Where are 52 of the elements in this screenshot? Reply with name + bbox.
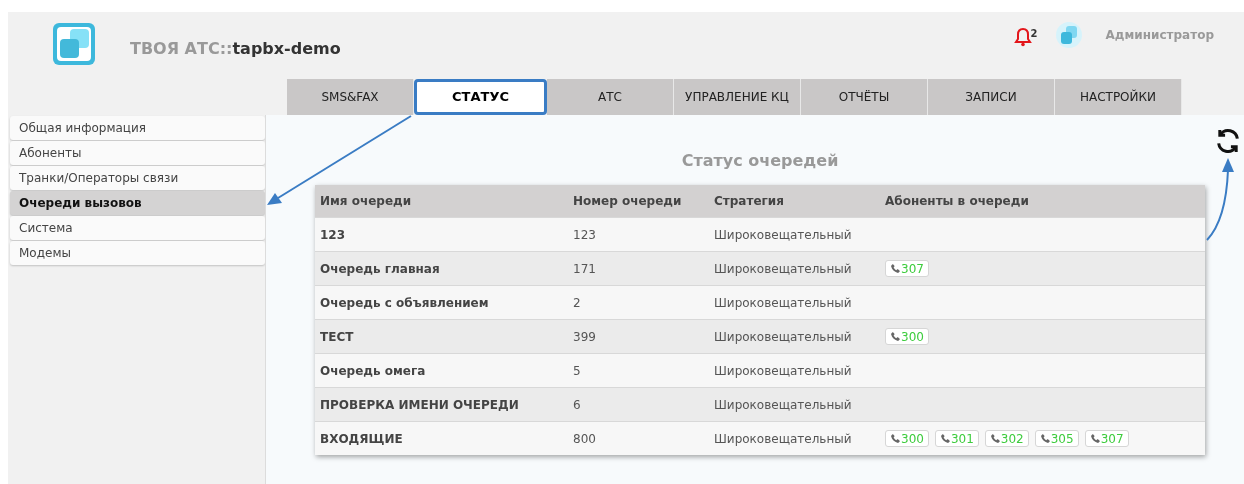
- column-header: Имя очереди: [320, 194, 412, 208]
- column-header: Номер очереди: [573, 194, 682, 208]
- phone-icon: [890, 433, 901, 444]
- queue-name: ТЕСТ: [320, 329, 354, 344]
- sidebar-item[interactable]: Абоненты: [10, 141, 265, 165]
- queue-strategy: Широковещательный: [714, 397, 852, 412]
- sidebar-item[interactable]: Система: [10, 216, 265, 240]
- queue-strategy: Широковещательный: [714, 329, 852, 344]
- bell-icon[interactable]: [1013, 27, 1032, 47]
- queue-number: 6: [573, 397, 581, 412]
- queue-number: 800: [573, 431, 596, 446]
- phone-icon: [890, 331, 901, 342]
- notification-count: 2: [1030, 27, 1038, 41]
- phone-icon: [1039, 433, 1051, 444]
- queue-number: 5: [573, 363, 581, 378]
- sidebar-item[interactable]: Очереди вызовов: [10, 191, 265, 215]
- sidebar-item[interactable]: Модемы: [10, 241, 265, 265]
- nav-tab[interactable]: УПРАВЛЕНИЕ КЦ: [674, 79, 801, 115]
- phone-icon: [939, 433, 951, 444]
- nav-tab[interactable]: SMS&FAX: [287, 79, 414, 115]
- queue-strategy: Широковещательный: [714, 261, 852, 276]
- queue-number: 2: [573, 295, 581, 310]
- brand-prefix: ТВОЯ АТС::: [130, 38, 233, 60]
- sidebar-item[interactable]: Общая информация: [10, 116, 265, 140]
- brand-name: tapbx-demo: [232, 38, 341, 60]
- queue-strategy: Широковещательный: [714, 431, 852, 446]
- queue-number: 171: [573, 261, 596, 276]
- queue-name: Очередь с объявлением: [320, 295, 489, 310]
- queue-number: 399: [573, 329, 596, 344]
- queue-strategy: Широковещательный: [714, 227, 852, 242]
- queue-name: Очередь омега: [320, 363, 426, 378]
- nav-tab[interactable]: АТС: [547, 79, 674, 115]
- phone-icon: [890, 263, 901, 274]
- queue-number: 123: [573, 227, 596, 242]
- nav-tab[interactable]: ЗАПИСИ: [928, 79, 1055, 115]
- phone-icon: [989, 433, 1001, 444]
- column-header: Абоненты в очереди: [885, 194, 1029, 208]
- nav-tab[interactable]: ОТЧЁТЫ: [801, 79, 928, 115]
- queue-name: Очередь главная: [320, 261, 440, 276]
- phone-icon: [1089, 433, 1101, 444]
- nav-tab[interactable]: НАСТРОЙКИ: [1055, 79, 1182, 115]
- queue-strategy: Широковещательный: [714, 363, 852, 378]
- sidebar-item[interactable]: Транки/Операторы связи: [10, 166, 265, 190]
- queue-name: ВХОДЯЩИЕ: [320, 431, 403, 446]
- refresh-icon[interactable]: [1214, 127, 1242, 155]
- queue-name: ПРОВЕРКА ИМЕНИ ОЧЕРЕДИ: [320, 397, 519, 412]
- nav-tab[interactable]: СТАТУС: [414, 79, 547, 115]
- logo-icon: [52, 22, 96, 66]
- queue-name: 123: [320, 227, 346, 242]
- queue-strategy: Широковещательный: [714, 295, 852, 310]
- page-title: Статус очередей: [681, 150, 839, 172]
- column-header: Стратегия: [714, 194, 784, 208]
